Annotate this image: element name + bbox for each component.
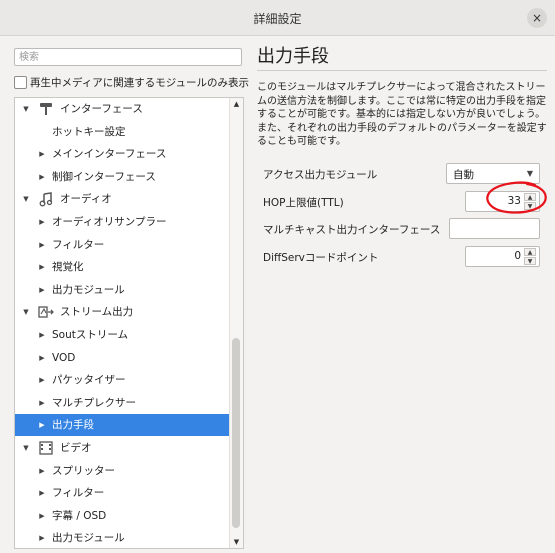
- chevron-right-icon[interactable]: ▶: [37, 143, 47, 165]
- chevron-right-icon[interactable]: ▶: [37, 482, 47, 504]
- tree-item-label: ストリーム出力: [60, 306, 134, 319]
- access-output-label: アクセス出力モジュール: [263, 169, 378, 181]
- tree-item-label: オーディオ: [60, 193, 112, 206]
- spin-up-icon[interactable]: ▲: [524, 248, 536, 256]
- video-icon: [38, 440, 54, 456]
- chevron-right-icon[interactable]: ▶: [37, 414, 47, 436]
- tree-item-label: フィルター: [52, 487, 105, 500]
- filter-checkbox-label: 再生中メディアに関連するモジュールのみ表示: [30, 77, 250, 89]
- title-divider: [257, 70, 547, 71]
- hop-limit-label: HOP上限値(TTL): [263, 197, 344, 209]
- tree-item-label: 制御インターフェース: [52, 170, 156, 183]
- tree-item[interactable]: ▶ フィルター: [15, 234, 231, 256]
- spin-down-icon[interactable]: ▼: [524, 257, 536, 265]
- close-button[interactable]: ×: [527, 8, 547, 28]
- tree-item-label: メインインターフェース: [52, 148, 167, 161]
- chevron-right-icon[interactable]: ▶: [37, 324, 47, 346]
- filter-checkbox[interactable]: [14, 76, 27, 89]
- tree-item[interactable]: ▶ 制御インターフェース: [15, 166, 231, 188]
- multicast-iface-label: マルチキャスト出力インターフェース: [263, 224, 441, 236]
- chevron-right-icon[interactable]: ▶: [37, 527, 47, 548]
- tree-item[interactable]: ▶ スプリッター: [15, 460, 231, 482]
- access-output-value: 自動: [453, 169, 474, 181]
- chevron-down-icon[interactable]: ▼: [21, 98, 31, 120]
- tree-item[interactable]: ▶ 出力手段: [15, 414, 231, 437]
- chevron-down-icon[interactable]: ▼: [21, 301, 31, 323]
- tree-item[interactable]: ▶ VOD: [15, 347, 231, 369]
- tree-item-label: パケッタイザー: [52, 374, 126, 387]
- multicast-iface-input[interactable]: [449, 218, 540, 239]
- tree-item-label: マルチプレクサー: [52, 396, 136, 409]
- scroll-up-icon[interactable]: ▲: [230, 98, 243, 110]
- tree-item[interactable]: ▶ メインインターフェース: [15, 143, 231, 165]
- tree-item[interactable]: ▼ ビデオ: [15, 437, 231, 459]
- diffserv-value: 0: [514, 250, 521, 262]
- search-input[interactable]: [14, 48, 242, 66]
- scroll-down-icon[interactable]: ▼: [230, 536, 243, 548]
- tree-item-label: 出力モジュール: [52, 283, 125, 296]
- red-annotation-circle: [486, 181, 547, 214]
- tree-item[interactable]: ▶ マルチプレクサー: [15, 392, 231, 414]
- chevron-right-icon[interactable]: ▶: [37, 279, 47, 301]
- tree-item[interactable]: ▶ フィルター: [15, 482, 231, 504]
- tree-item[interactable]: ▶ 視覚化: [15, 256, 231, 278]
- tree-item-label: VOD: [52, 351, 76, 364]
- diffserv-spinbox[interactable]: 0 ▲ ▼: [465, 246, 540, 267]
- module-description: このモジュールはマルチプレクサーによって混合されたストリームの送信方法を制御しま…: [257, 82, 547, 148]
- chevron-right-icon[interactable]: ▶: [37, 256, 47, 278]
- tree-item-label: 字幕 / OSD: [52, 509, 107, 522]
- tree-item[interactable]: ▶ Soutストリーム: [15, 324, 231, 346]
- tree-item-label: 出力手段: [52, 419, 94, 432]
- tree-item[interactable]: ▶ 出力モジュール: [15, 527, 231, 548]
- tree-item[interactable]: ▼ インターフェース: [15, 98, 231, 120]
- scrollbar-thumb[interactable]: [232, 338, 240, 528]
- page-title: 出力手段: [257, 46, 329, 67]
- settings-tree[interactable]: ▼ インターフェースホットキー設定 ▶ メインインターフェース ▶ 制御インターフェース ▼…: [14, 97, 244, 549]
- tree-item[interactable]: ▶ 字幕 / OSD: [15, 505, 231, 527]
- interface-icon: [38, 101, 54, 117]
- chevron-down-icon[interactable]: ▼: [21, 188, 31, 210]
- tree-item-label: スプリッター: [52, 464, 115, 477]
- tree-item[interactable]: ▶ オーディオリサンプラー: [15, 211, 231, 233]
- tree-item-label: フィルター: [52, 238, 105, 251]
- chevron-right-icon[interactable]: ▶: [37, 347, 47, 369]
- chevron-right-icon[interactable]: ▶: [37, 369, 47, 391]
- chevron-down-icon[interactable]: ▼: [21, 437, 31, 459]
- close-icon: ×: [531, 11, 543, 25]
- chevron-right-icon[interactable]: ▶: [37, 505, 47, 527]
- tree-item-label: ビデオ: [60, 442, 92, 454]
- tree-item-label: Soutストリーム: [52, 329, 129, 341]
- tree-item-label: オーディオリサンプラー: [52, 216, 167, 228]
- chevron-right-icon[interactable]: ▶: [37, 392, 47, 414]
- tree-item-label: 視覚化: [52, 261, 84, 274]
- chevron-right-icon[interactable]: ▶: [37, 234, 47, 256]
- tree-scrollbar[interactable]: ▲ ▼: [229, 98, 243, 548]
- tree-item[interactable]: ▶ 出力モジュール: [15, 279, 231, 301]
- chevron-right-icon[interactable]: ▶: [37, 166, 47, 188]
- chevron-right-icon[interactable]: ▶: [37, 460, 47, 482]
- tree-item[interactable]: ▼ オーディオ: [15, 188, 231, 210]
- tree-item[interactable]: ▼ ストリーム出力: [15, 301, 231, 323]
- tree-item[interactable]: ホットキー設定: [15, 121, 231, 143]
- tree-item-label: インターフェース: [60, 103, 143, 115]
- tree-item[interactable]: ▶ パケッタイザー: [15, 369, 231, 391]
- tree-item-label: 出力モジュール: [52, 532, 125, 545]
- stream-output-icon: [38, 304, 54, 320]
- window-title: 詳細設定: [253, 12, 302, 26]
- audio-icon: [38, 191, 54, 207]
- chevron-right-icon[interactable]: ▶: [37, 211, 47, 233]
- title-bar: 詳細設定 ×: [0, 0, 555, 36]
- tree-item-label: ホットキー設定: [52, 125, 126, 138]
- diffserv-label: DiffServコードポイント: [263, 252, 379, 264]
